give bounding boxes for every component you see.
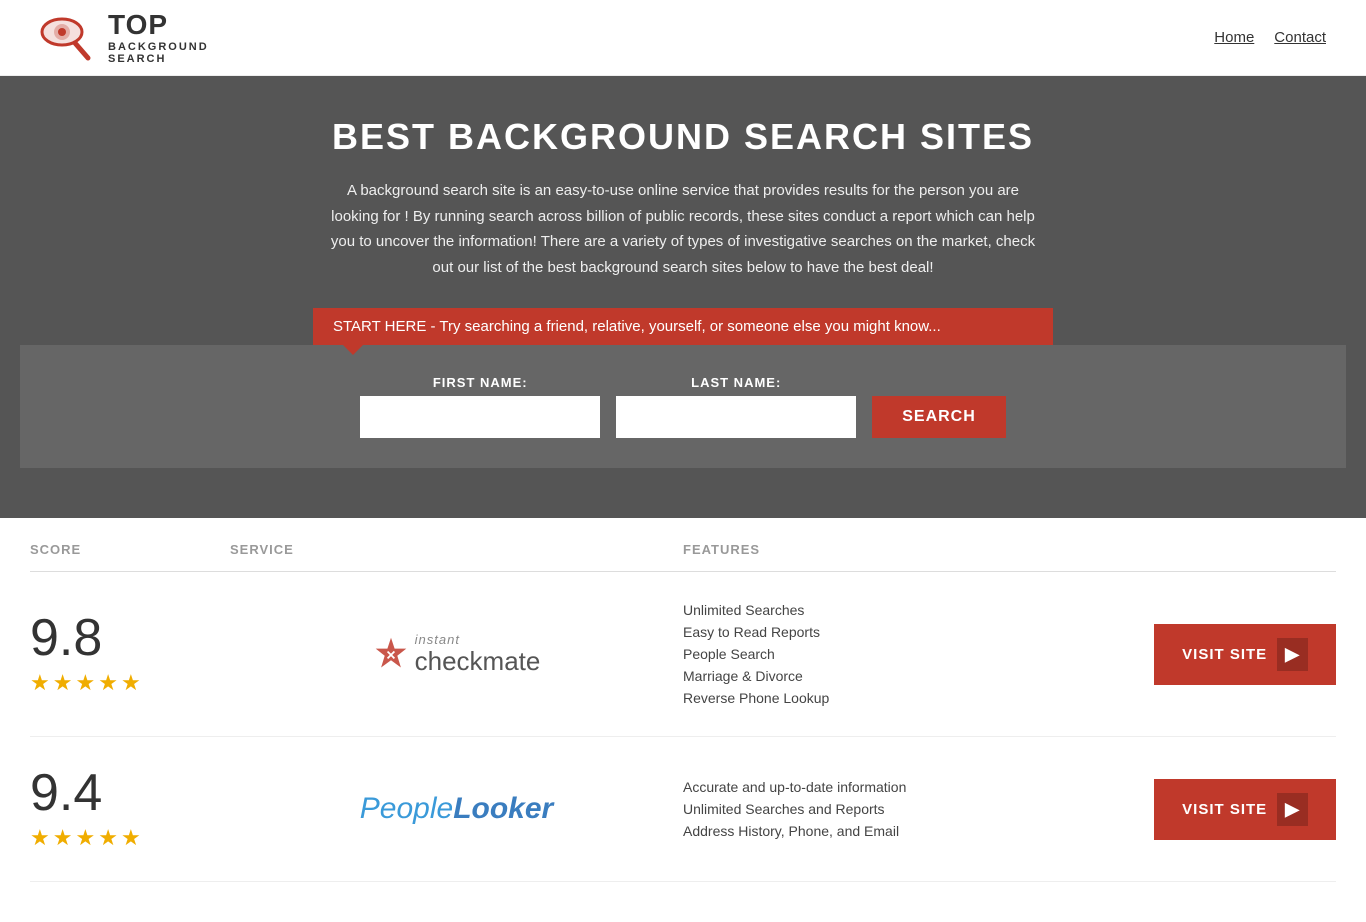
star-2: ★ bbox=[53, 670, 73, 696]
service-col-2: PeopleLooker bbox=[230, 792, 683, 826]
visit-label-1: VISIT SITE bbox=[1182, 646, 1267, 663]
last-name-field: LAST NAME: bbox=[616, 375, 856, 438]
score-number-1: 9.8 bbox=[30, 612, 102, 664]
checkmate-label: checkmate bbox=[415, 647, 541, 676]
star-4: ★ bbox=[98, 670, 118, 696]
search-banner: START HERE - Try searching a friend, rel… bbox=[313, 308, 1053, 345]
score-col-1: 9.8 ★ ★ ★ ★ ★ bbox=[30, 612, 230, 696]
feature-1-2: Easy to Read Reports bbox=[683, 624, 1136, 640]
first-name-input[interactable] bbox=[360, 396, 600, 438]
table-row: 9.8 ★ ★ ★ ★ ★ ✕ instant checkmate bbox=[30, 572, 1336, 737]
score-number-2: 9.4 bbox=[30, 767, 102, 819]
peoplelooker-logo: PeopleLooker bbox=[360, 792, 553, 826]
results-header: SCORE SERVICE FEATURES bbox=[30, 528, 1336, 572]
feature-1-5: Reverse Phone Lookup bbox=[683, 690, 1136, 706]
visit-arrow-icon-1: ▶ bbox=[1277, 638, 1308, 671]
feature-2-3: Address History, Phone, and Email bbox=[683, 823, 1136, 839]
feature-1-1: Unlimited Searches bbox=[683, 602, 1136, 618]
checkmate-logo: ✕ instant checkmate bbox=[373, 633, 541, 676]
col-header-action bbox=[1136, 542, 1336, 557]
col-header-score: SCORE bbox=[30, 542, 230, 557]
checkmate-logo-icon: ✕ bbox=[373, 636, 409, 672]
first-name-label: FIRST NAME: bbox=[360, 375, 600, 390]
visit-site-button-1[interactable]: VISIT SITE ▶ bbox=[1154, 624, 1336, 685]
star-2-4: ★ bbox=[98, 825, 118, 851]
features-col-1: Unlimited Searches Easy to Read Reports … bbox=[683, 602, 1136, 706]
search-form-container: FIRST NAME: LAST NAME: SEARCH bbox=[20, 345, 1346, 468]
visit-col-1: VISIT SITE ▶ bbox=[1136, 624, 1336, 685]
logo-icon bbox=[40, 10, 100, 65]
logo-top-text: TOP bbox=[108, 10, 209, 41]
feature-2-1: Accurate and up-to-date information bbox=[683, 779, 1136, 795]
score-col-2: 9.4 ★ ★ ★ ★ ★ bbox=[30, 767, 230, 851]
star-2-2: ★ bbox=[53, 825, 73, 851]
logo-text: TOP BACKGROUNDSEARCH bbox=[108, 10, 209, 65]
table-row: 9.4 ★ ★ ★ ★ ★ PeopleLooker Accurate and … bbox=[30, 737, 1336, 882]
search-button[interactable]: SEARCH bbox=[872, 396, 1006, 438]
col-header-service: SERVICE bbox=[230, 542, 683, 557]
service-col-1: ✕ instant checkmate bbox=[230, 633, 683, 676]
last-name-label: LAST NAME: bbox=[616, 375, 856, 390]
feature-1-3: People Search bbox=[683, 646, 1136, 662]
checkmate-logo-text: instant checkmate bbox=[415, 633, 541, 676]
star-3: ★ bbox=[75, 670, 95, 696]
col-header-features: FEATURES bbox=[683, 542, 1136, 557]
feature-2-2: Unlimited Searches and Reports bbox=[683, 801, 1136, 817]
first-name-field: FIRST NAME: bbox=[360, 375, 600, 438]
nav-contact[interactable]: Contact bbox=[1274, 29, 1326, 46]
star-2-1: ★ bbox=[30, 825, 50, 851]
features-col-2: Accurate and up-to-date information Unli… bbox=[683, 779, 1136, 839]
star-half-2: ★ bbox=[121, 825, 141, 851]
hero-description: A background search site is an easy-to-u… bbox=[323, 178, 1043, 280]
search-form: FIRST NAME: LAST NAME: SEARCH bbox=[233, 375, 1133, 438]
instant-label: instant bbox=[415, 633, 541, 647]
nav-home[interactable]: Home bbox=[1214, 29, 1254, 46]
star-1: ★ bbox=[30, 670, 50, 696]
hero-section: BEST BACKGROUND SEARCH SITES A backgroun… bbox=[0, 76, 1366, 518]
logo: TOP BACKGROUNDSEARCH bbox=[40, 10, 209, 65]
hero-title: BEST BACKGROUND SEARCH SITES bbox=[20, 116, 1346, 158]
star-2-3: ★ bbox=[75, 825, 95, 851]
looker-part: Looker bbox=[453, 792, 553, 825]
header: TOP BACKGROUNDSEARCH Home Contact bbox=[0, 0, 1366, 76]
visit-col-2: VISIT SITE ▶ bbox=[1136, 779, 1336, 840]
stars-1: ★ ★ ★ ★ ★ bbox=[30, 670, 141, 696]
logo-bottom-text: BACKGROUNDSEARCH bbox=[108, 41, 209, 65]
visit-site-button-2[interactable]: VISIT SITE ▶ bbox=[1154, 779, 1336, 840]
feature-1-4: Marriage & Divorce bbox=[683, 668, 1136, 684]
star-half-1: ★ bbox=[121, 670, 141, 696]
main-nav: Home Contact bbox=[1214, 29, 1326, 46]
visit-arrow-icon-2: ▶ bbox=[1277, 793, 1308, 826]
results-section: SCORE SERVICE FEATURES 9.8 ★ ★ ★ ★ ★ ✕ bbox=[0, 528, 1366, 922]
search-banner-text: START HERE - Try searching a friend, rel… bbox=[333, 318, 941, 335]
people-part: People bbox=[360, 792, 453, 825]
stars-2: ★ ★ ★ ★ ★ bbox=[30, 825, 141, 851]
last-name-input[interactable] bbox=[616, 396, 856, 438]
svg-text:✕: ✕ bbox=[385, 648, 396, 662]
visit-label-2: VISIT SITE bbox=[1182, 801, 1267, 818]
